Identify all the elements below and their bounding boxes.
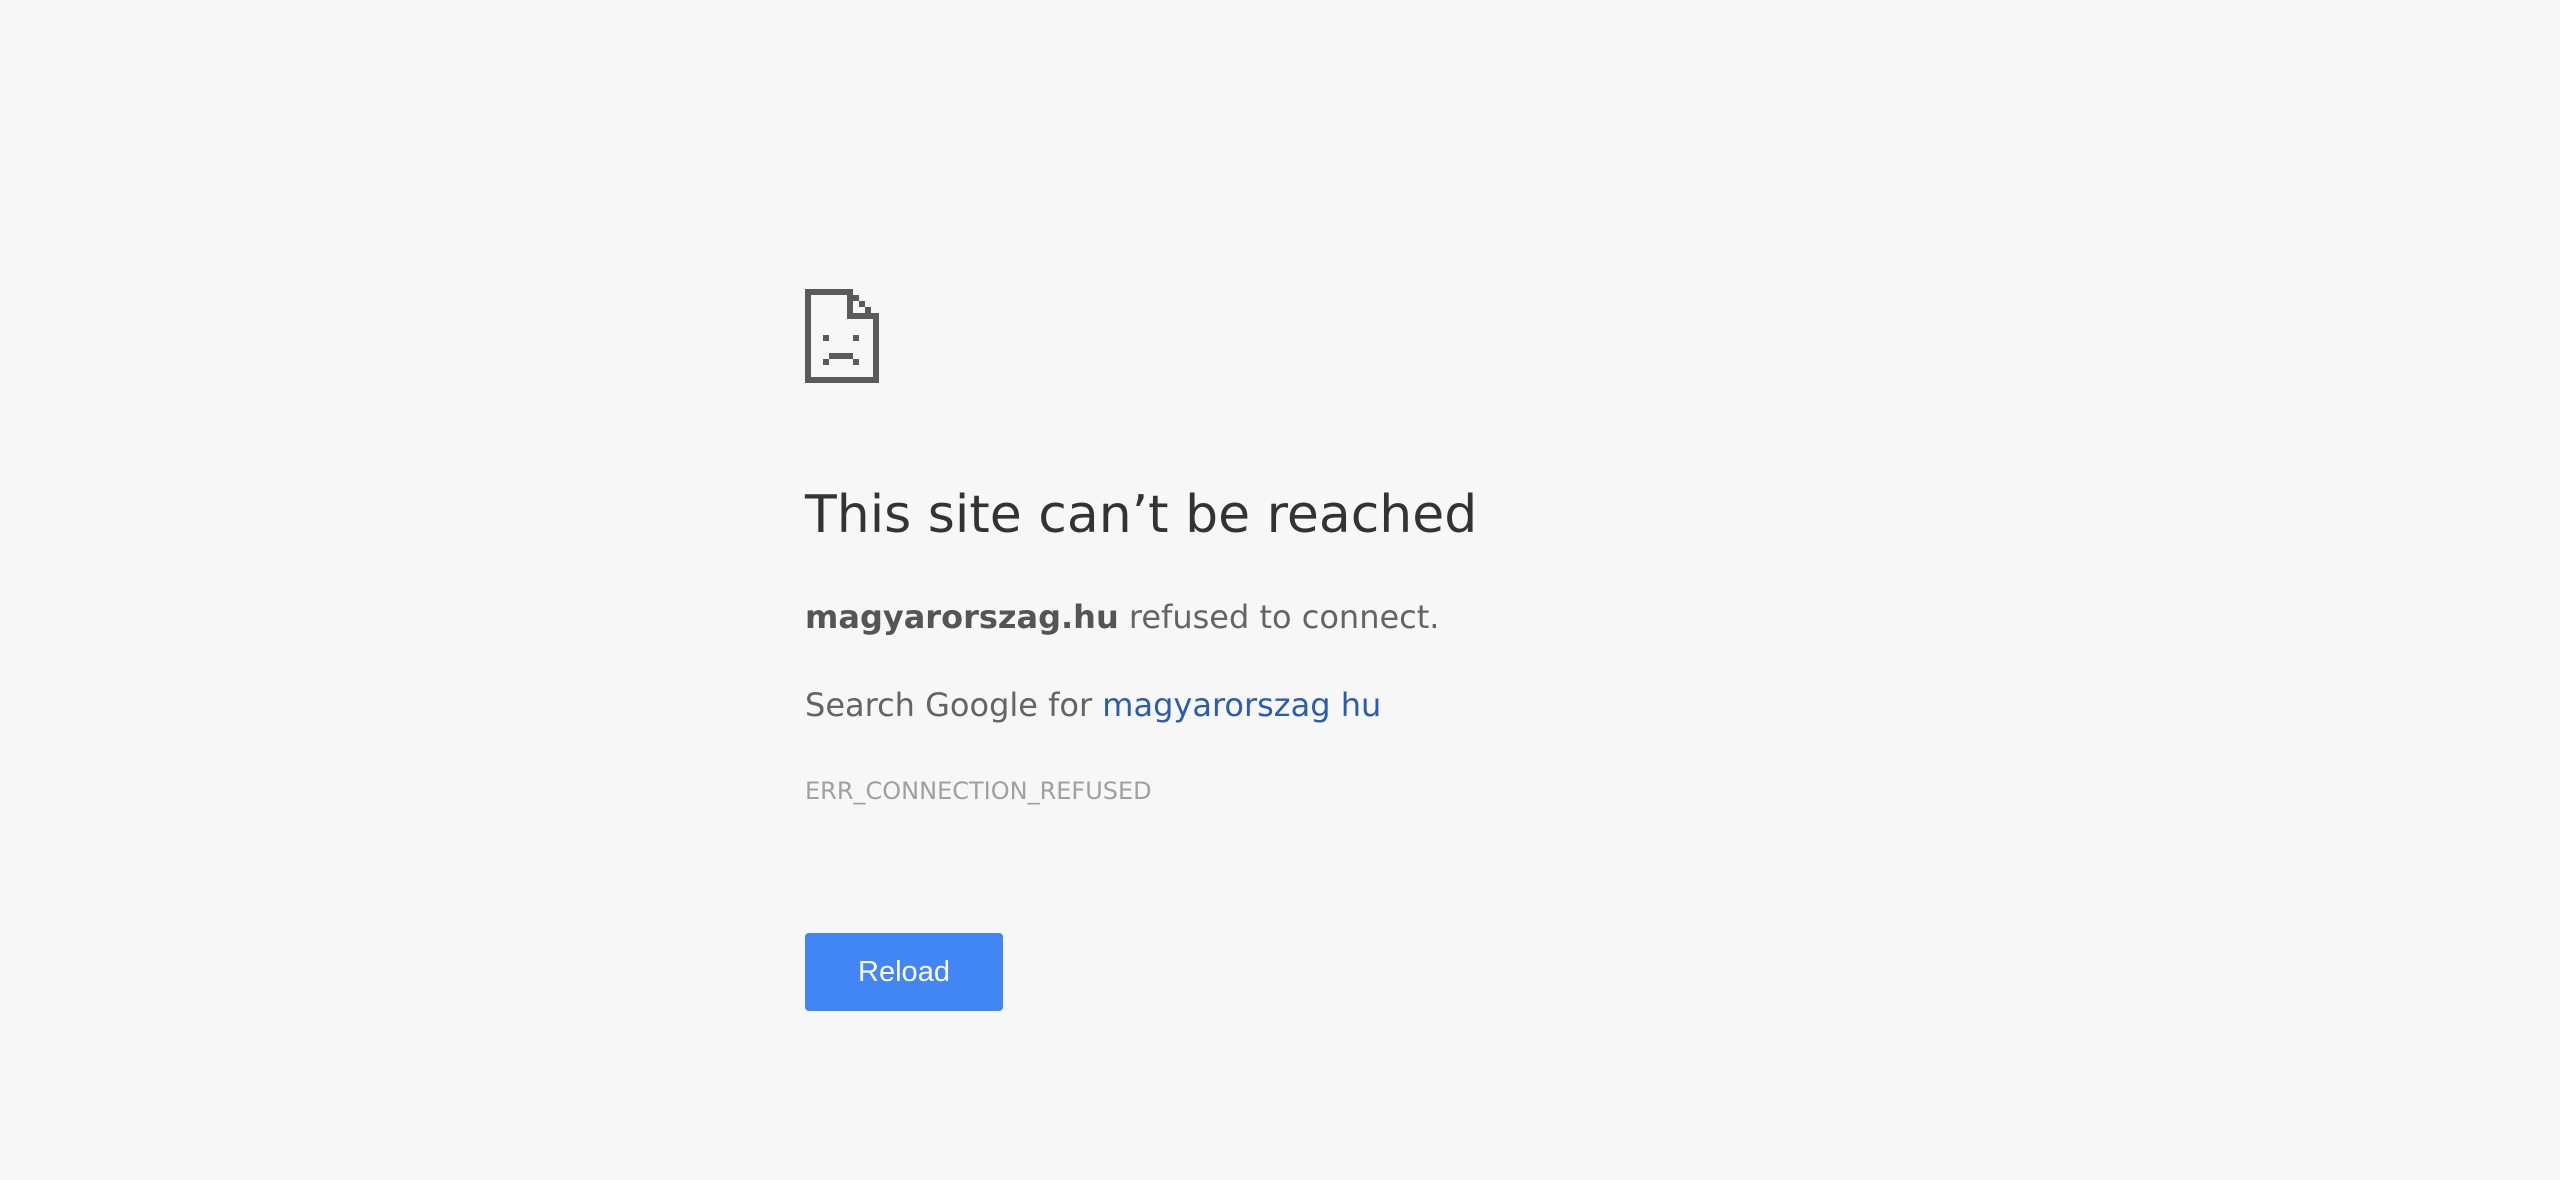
error-host: magyarorszag.hu [805, 598, 1119, 636]
search-google-link[interactable]: magyarorszag hu [1102, 686, 1381, 724]
error-detail: magyarorszag.hu refused to connect. [805, 601, 1439, 633]
sad-page-icon [805, 289, 879, 383]
error-heading: This site can’t be reached [805, 485, 1478, 545]
reload-button[interactable]: Reload [805, 933, 1003, 1011]
error-content: This site can’t be reached magyarorszag.… [805, 289, 1905, 1011]
error-code: ERR_CONNECTION_REFUSED [805, 777, 1152, 805]
search-suggestion-prefix: Search Google for [805, 686, 1103, 724]
error-page: This site can’t be reached magyarorszag.… [0, 0, 2560, 1180]
search-suggestion: Search Google for magyarorszag hu [805, 689, 1381, 721]
error-host-message: refused to connect. [1118, 598, 1440, 636]
